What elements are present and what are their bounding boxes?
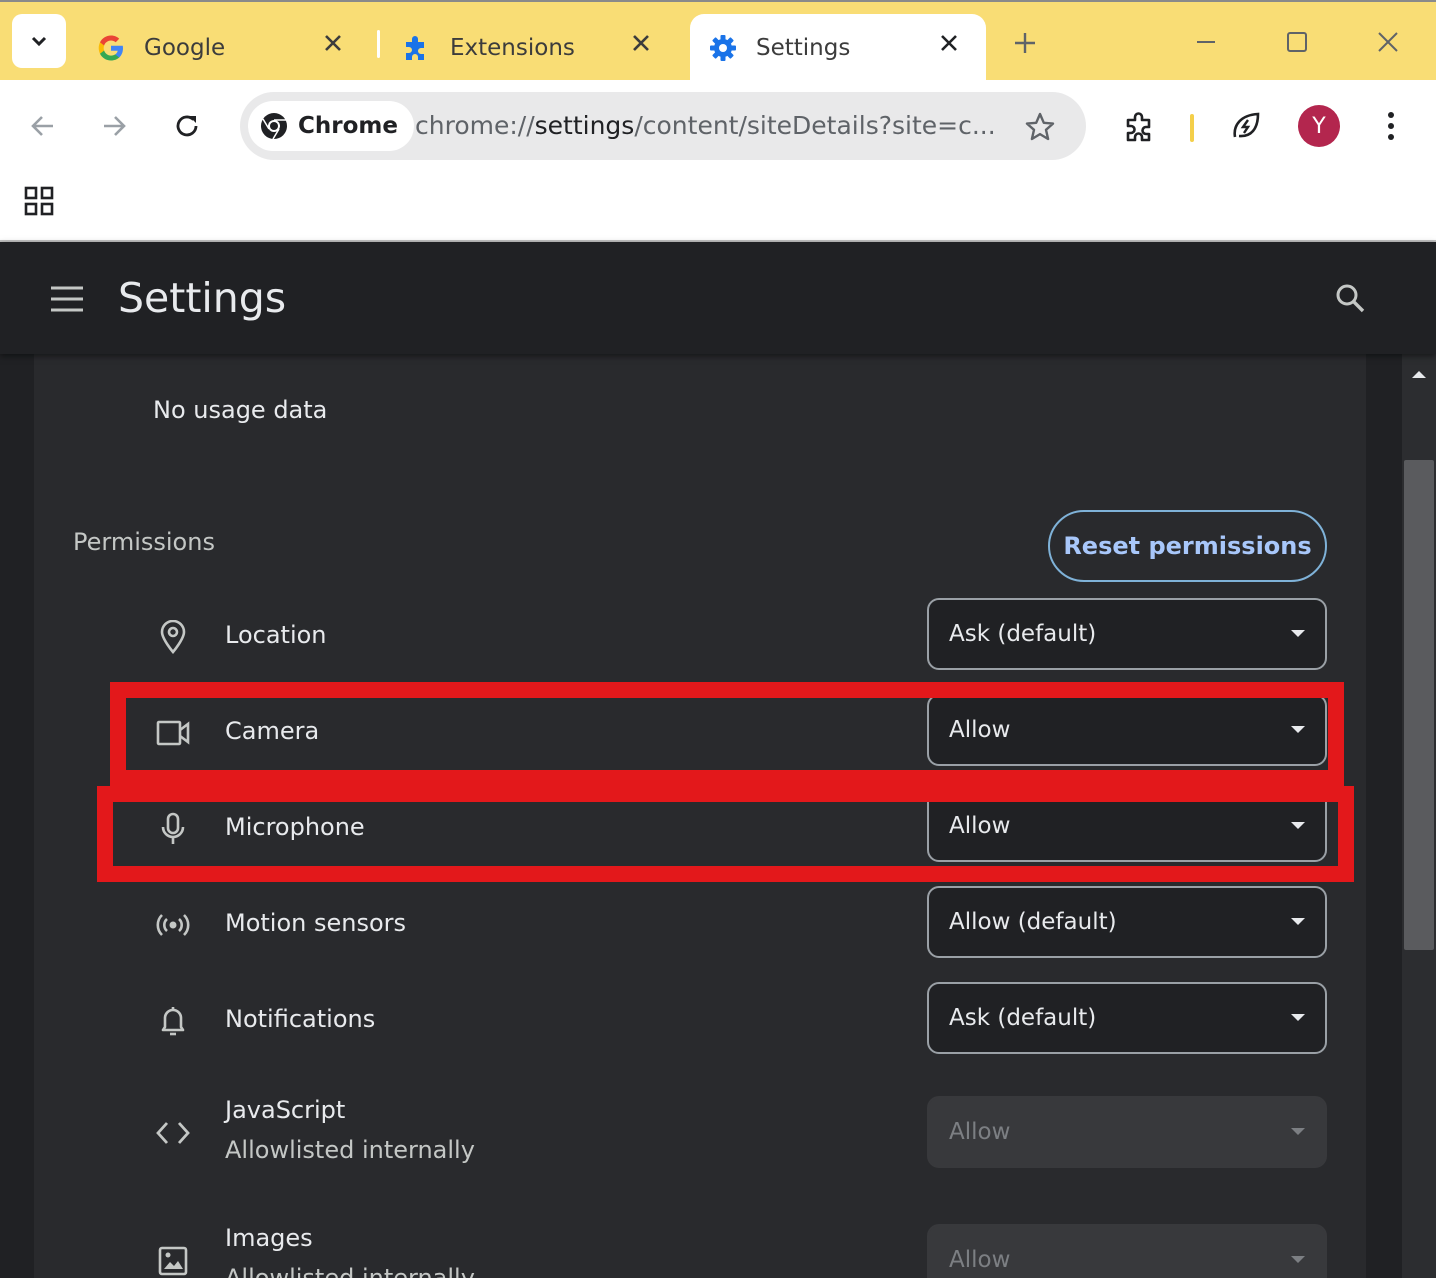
back-button[interactable] (21, 104, 65, 148)
close-tab-icon[interactable] (320, 30, 346, 56)
star-icon (1025, 112, 1055, 141)
permission-label: Notifications (225, 1005, 376, 1033)
select-value: Allow (default) (949, 909, 1117, 935)
permission-row-motion-sensors: Motion sensors Allow (default) (34, 874, 1366, 970)
select-value: Ask (default) (949, 1005, 1097, 1031)
permission-label: Location (225, 621, 327, 649)
javascript-select: Allow (927, 1096, 1327, 1168)
maximize-icon (1287, 32, 1307, 52)
search-settings-button[interactable] (1330, 278, 1370, 318)
maximize-button[interactable] (1277, 22, 1317, 62)
leaf-bolt-icon (1233, 112, 1260, 138)
more-vert-icon (1388, 112, 1394, 140)
permission-row-javascript: JavaScript Allowlisted internally Allow (34, 1066, 1366, 1194)
select-value: Allow (949, 1119, 1011, 1145)
chevron-down-icon (31, 36, 47, 47)
browser-toolbar: Chrome chrome://settings/content/siteDet… (0, 80, 1436, 172)
scrollbar-thumb[interactable] (1404, 460, 1434, 950)
tab-strip: Google Extensions Settings (0, 0, 1436, 82)
page-scrollbar[interactable] (1402, 354, 1436, 1278)
arrow-left-icon (31, 116, 53, 136)
tab-title: Settings (756, 35, 851, 61)
gear-icon (708, 33, 738, 63)
reset-permissions-button[interactable]: Reset permissions (1048, 510, 1327, 582)
location-select[interactable]: Ask (default) (927, 598, 1327, 670)
extensions-button[interactable] (1118, 104, 1162, 148)
permission-row-location: Location Ask (default) (34, 586, 1366, 682)
motion-sensors-select[interactable]: Allow (default) (927, 886, 1327, 958)
notifications-select[interactable]: Ask (default) (927, 982, 1327, 1054)
dropdown-arrow-icon (1291, 1014, 1305, 1021)
tab-separator (377, 30, 380, 58)
energy-saver-button[interactable] (1224, 104, 1268, 148)
tab-google[interactable]: Google (80, 14, 370, 82)
bookmarks-bar (0, 172, 1436, 242)
profile-avatar[interactable]: Y (1298, 105, 1340, 147)
usage-text: No usage data (153, 396, 328, 424)
page-title: Settings (118, 274, 287, 322)
close-window-button[interactable] (1368, 22, 1408, 62)
permission-row-images: Images Allowlisted internally Allow (34, 1194, 1366, 1278)
dropdown-arrow-icon (1291, 918, 1305, 925)
reload-button[interactable] (165, 104, 209, 148)
google-icon (96, 33, 126, 63)
close-icon (1378, 32, 1398, 52)
reload-icon (176, 115, 198, 137)
camera-highlight-box (110, 682, 1344, 786)
permission-row-notifications: Notifications Ask (default) (34, 970, 1366, 1066)
settings-header: Settings (0, 242, 1436, 354)
tab-search-button[interactable] (12, 14, 66, 68)
code-icon (154, 1114, 192, 1152)
permission-sublabel: Allowlisted internally (225, 1264, 475, 1278)
bell-icon (154, 1002, 192, 1040)
plus-icon (1015, 33, 1035, 53)
apps-button[interactable] (22, 184, 56, 218)
chrome-icon (261, 113, 287, 140)
search-icon (1336, 284, 1365, 313)
settings-content: No usage data Permissions Reset permissi… (0, 354, 1402, 1278)
forward-button[interactable] (92, 104, 136, 148)
minimize-icon (1197, 41, 1215, 43)
microphone-highlight-box (97, 786, 1354, 882)
scroll-up-arrow-icon[interactable] (1402, 362, 1436, 386)
hamburger-menu-icon (51, 286, 83, 312)
location-icon (154, 618, 192, 656)
permission-label: JavaScript (225, 1096, 346, 1124)
puzzle-icon (402, 33, 432, 63)
chrome-menu-button[interactable] (1369, 104, 1413, 148)
permission-sublabel: Allowlisted internally (225, 1136, 475, 1164)
arrow-right-icon (104, 116, 126, 136)
tab-extensions[interactable]: Extensions (388, 14, 678, 82)
dropdown-arrow-icon (1291, 1256, 1305, 1263)
permission-label: Images (225, 1224, 313, 1252)
tab-title: Google (144, 35, 226, 61)
tab-title: Extensions (450, 35, 575, 61)
chip-label: Chrome (298, 113, 398, 139)
tab-settings[interactable]: Settings (690, 14, 986, 82)
apps-grid-icon (24, 186, 54, 216)
toolbar-separator (1190, 114, 1194, 142)
minimize-button[interactable] (1186, 22, 1226, 62)
dropdown-arrow-icon (1291, 630, 1305, 637)
images-select: Allow (927, 1224, 1327, 1278)
permission-label: Motion sensors (225, 909, 407, 937)
permissions-heading: Permissions (73, 528, 215, 556)
new-tab-button[interactable] (1008, 26, 1042, 60)
select-value: Allow (949, 1247, 1011, 1273)
address-bar[interactable]: Chrome chrome://settings/content/siteDet… (240, 92, 1086, 160)
bookmark-star-button[interactable] (1022, 109, 1058, 145)
sensors-icon (154, 906, 192, 944)
image-icon (154, 1242, 192, 1278)
puzzle-icon (1126, 112, 1151, 142)
close-tab-icon[interactable] (936, 30, 962, 56)
dropdown-arrow-icon (1291, 1128, 1305, 1135)
close-tab-icon[interactable] (628, 30, 654, 56)
select-value: Ask (default) (949, 621, 1097, 647)
main-menu-button[interactable] (46, 278, 88, 320)
url-text[interactable]: chrome://settings/content/siteDetails?si… (415, 111, 995, 140)
